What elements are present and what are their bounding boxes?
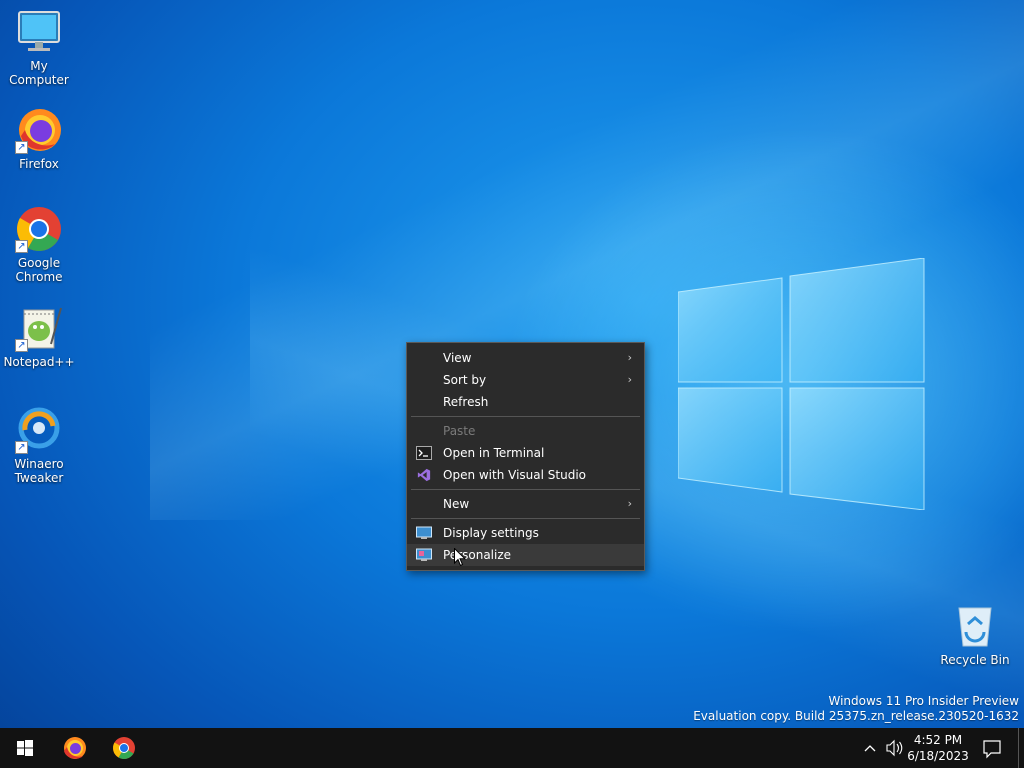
start-icon: [17, 740, 33, 756]
taskbar-clock[interactable]: 4:52 PM 6/18/2023: [905, 732, 971, 764]
menu-separator: [411, 416, 640, 417]
monitor-icon: [15, 8, 63, 56]
desktop-icon-label: Notepad++: [3, 355, 75, 369]
submenu-arrow-icon: ›: [627, 351, 632, 364]
desktop-icon-label: Google Chrome: [15, 256, 63, 284]
menu-item-label: Open in Terminal: [443, 446, 545, 460]
menu-item-new[interactable]: New ›: [407, 493, 644, 515]
desktop-icon-notepadpp[interactable]: ↗ Notepad++: [0, 304, 78, 369]
desktop-icon-label: My Computer: [9, 59, 69, 87]
submenu-arrow-icon: ›: [627, 497, 632, 510]
menu-separator: [411, 489, 640, 490]
shortcut-arrow-icon: ↗: [15, 141, 28, 154]
desktop-icon-label: Firefox: [19, 157, 59, 171]
desktop-icon-recycle-bin[interactable]: Recycle Bin: [936, 602, 1014, 667]
menu-item-label: Refresh: [443, 395, 489, 409]
clock-date: 6/18/2023: [907, 749, 969, 763]
notification-icon: [983, 740, 1001, 759]
desktop-icon-winaero[interactable]: ↗ Winaero Tweaker: [0, 406, 78, 485]
shortcut-arrow-icon: ↗: [15, 441, 28, 454]
menu-item-label: New: [443, 497, 470, 511]
action-center-button[interactable]: [978, 728, 1006, 768]
mouse-cursor-icon: [454, 548, 466, 567]
visual-studio-icon: [417, 468, 431, 482]
winaero-icon: ↗: [15, 406, 63, 454]
menu-item-view[interactable]: View ›: [407, 347, 644, 369]
desktop-icon-my-computer[interactable]: My Computer: [0, 8, 78, 87]
chrome-icon: [113, 737, 135, 759]
menu-item-paste[interactable]: Paste: [407, 420, 644, 442]
notepadpp-icon: ↗: [15, 304, 63, 352]
desktop-context-menu: View › Sort by › Refresh Paste Open in T…: [406, 342, 645, 571]
menu-item-label: View: [443, 351, 472, 365]
menu-item-label: Open with Visual Studio: [443, 468, 586, 482]
menu-item-open-with-visual-studio[interactable]: Open with Visual Studio: [407, 464, 644, 486]
shortcut-arrow-icon: ↗: [15, 240, 28, 253]
clock-time: 4:52 PM: [913, 733, 963, 747]
submenu-arrow-icon: ›: [627, 373, 632, 386]
taskbar-firefox-button[interactable]: [52, 728, 98, 768]
chevron-up-icon: [864, 745, 876, 752]
desktop-icon-label: Recycle Bin: [940, 653, 1010, 667]
personalize-icon: [416, 548, 432, 561]
menu-separator: [411, 518, 640, 519]
desktop-icon-firefox[interactable]: ↗ Firefox: [0, 106, 78, 171]
build-watermark: Windows 11 Pro Insider Preview Evaluatio…: [693, 694, 1019, 724]
menu-item-label: Display settings: [443, 526, 539, 540]
taskbar: 4:52 PM 6/18/2023: [0, 728, 1024, 768]
firefox-icon: ↗: [15, 106, 63, 154]
desktop-icon-label: Winaero Tweaker: [14, 457, 64, 485]
start-button[interactable]: [2, 728, 48, 768]
recycle-bin-icon: [951, 602, 999, 650]
terminal-icon: [416, 446, 432, 460]
wallpaper-windows-logo: [678, 258, 925, 510]
firefox-icon: [64, 737, 86, 759]
menu-item-open-in-terminal[interactable]: Open in Terminal: [407, 442, 644, 464]
menu-item-personalize[interactable]: Personalize: [407, 544, 644, 566]
menu-item-display-settings[interactable]: Display settings: [407, 522, 644, 544]
display-icon: [416, 526, 432, 539]
watermark-build: Evaluation copy. Build 25375.zn_release.…: [693, 709, 1019, 723]
menu-item-sort-by[interactable]: Sort by ›: [407, 369, 644, 391]
shortcut-arrow-icon: ↗: [15, 339, 28, 352]
chrome-icon: ↗: [15, 205, 63, 253]
taskbar-chrome-button[interactable]: [101, 728, 147, 768]
watermark-edition: Windows 11 Pro Insider Preview: [828, 694, 1019, 708]
menu-item-refresh[interactable]: Refresh: [407, 391, 644, 413]
menu-item-label: Sort by: [443, 373, 487, 387]
desktop-icon-chrome[interactable]: ↗ Google Chrome: [0, 205, 78, 284]
show-desktop-button[interactable]: [1018, 728, 1024, 768]
show-hidden-icons-button[interactable]: [858, 728, 882, 768]
menu-item-label: Paste: [443, 424, 476, 438]
